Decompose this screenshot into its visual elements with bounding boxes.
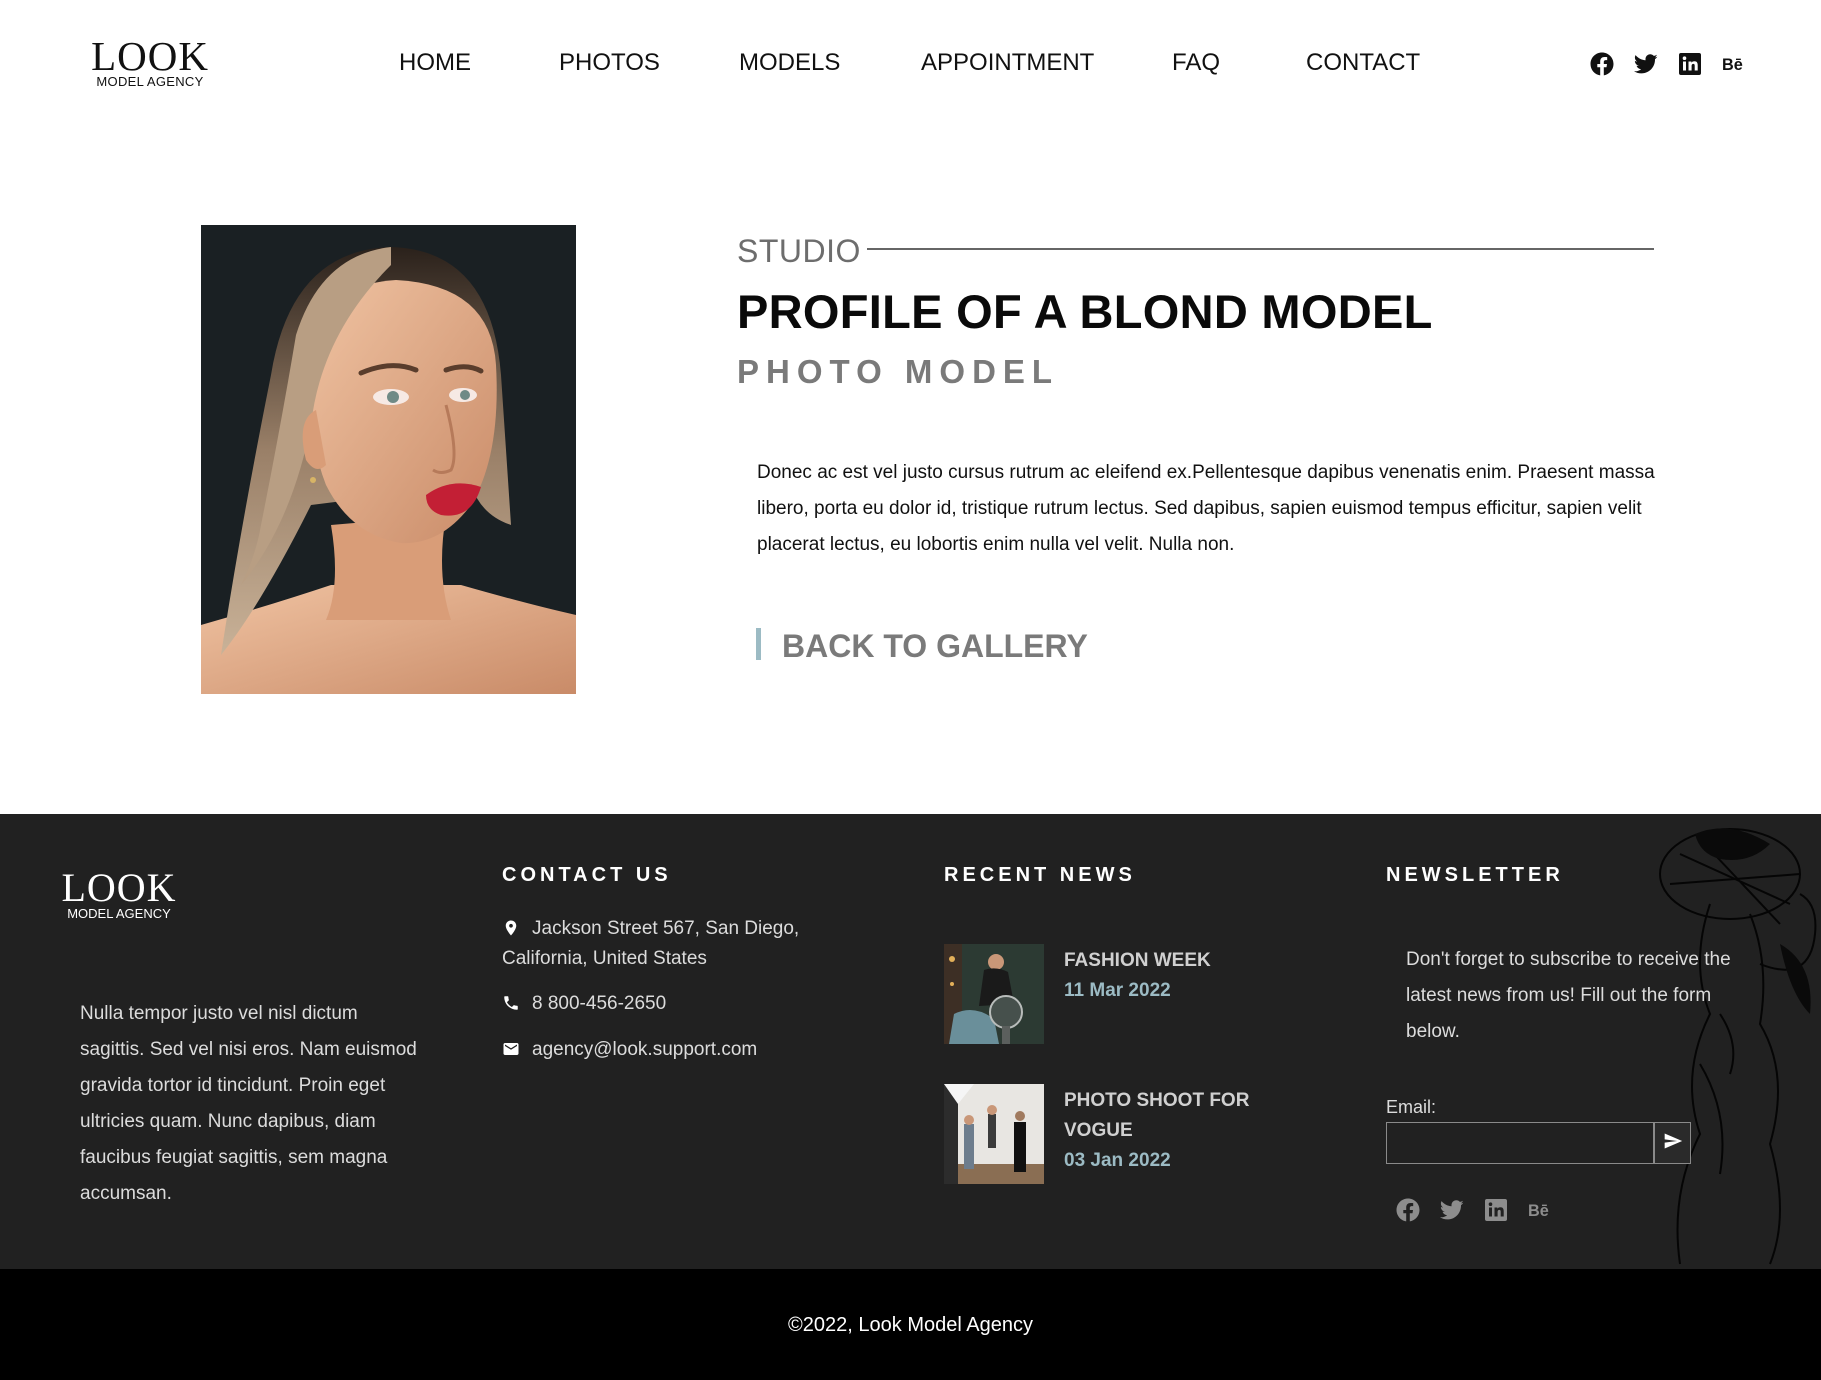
nav-home[interactable]: HOME <box>399 46 559 80</box>
footer-logo[interactable]: LOOK MODEL AGENCY <box>60 868 178 921</box>
nav-contact[interactable]: CONTACT <box>1306 46 1436 80</box>
contact-heading: CONTACT US <box>502 864 672 886</box>
address-line-1: Jackson Street 567, San Diego, <box>532 918 800 939</box>
profile-category: STUDIO <box>737 233 861 269</box>
site-logo[interactable]: LOOK MODEL AGENCY <box>90 36 210 89</box>
contact-address: Jackson Street 567, San Diego, Californi… <box>502 914 799 974</box>
behance-icon[interactable]: Bē <box>1528 1198 1552 1222</box>
newsletter-heading: NEWSLETTER <box>1386 864 1564 886</box>
twitter-icon[interactable] <box>1440 1198 1464 1222</box>
svg-text:Bē: Bē <box>1722 56 1743 74</box>
logo-word: LOOK <box>91 33 209 79</box>
news-date: 03 Jan 2022 <box>1064 1150 1171 1171</box>
profile-description: Donec ac est vel justo cursus rutrum ac … <box>757 462 1655 555</box>
facebook-icon[interactable] <box>1590 52 1614 76</box>
behance-icon[interactable]: Bē <box>1722 52 1746 76</box>
twitter-icon[interactable] <box>1634 52 1658 76</box>
nav-photos[interactable]: PHOTOS <box>559 46 739 80</box>
svg-text:Bē: Bē <box>1528 1202 1549 1220</box>
footer-social-links: Bē <box>1396 1198 1552 1222</box>
newsletter-text: Don't forget to subscribe to receive the… <box>1406 949 1731 1042</box>
page-subtitle: PHOTO MODEL <box>737 353 1060 390</box>
back-to-gallery-label: BACK TO GALLERY <box>782 627 1088 664</box>
header-social-links: Bē <box>1590 52 1746 76</box>
page-title: PROFILE OF A BLOND MODEL <box>737 285 1433 338</box>
newsletter-email-input[interactable] <box>1386 1122 1654 1164</box>
phone-icon <box>502 994 520 1012</box>
linkedin-icon[interactable] <box>1484 1198 1508 1222</box>
news-date: 11 Mar 2022 <box>1064 980 1171 1001</box>
footer-about-text: Nulla tempor justo vel nisl dictum sagit… <box>80 1003 417 1204</box>
location-pin-icon <box>502 919 520 937</box>
linkedin-icon[interactable] <box>1678 52 1702 76</box>
model-portrait-image <box>201 225 576 694</box>
nav-appointment[interactable]: APPOINTMENT <box>921 46 1172 80</box>
phone-number: 8 800-456-2650 <box>532 993 667 1014</box>
news-title: PHOTO SHOOT FOR VOGUE <box>1064 1090 1250 1141</box>
nav-models[interactable]: MODELS <box>739 46 921 80</box>
email-address: agency@look.support.com <box>532 1039 758 1060</box>
mail-icon <box>502 1040 520 1058</box>
email-field-label: Email: <box>1386 1097 1437 1117</box>
news-title: FASHION WEEK <box>1064 950 1211 971</box>
copyright-bar: ©2022, Look Model Agency <box>0 1269 1821 1380</box>
logo-subtitle: MODEL AGENCY <box>96 74 204 89</box>
facebook-icon[interactable] <box>1396 1198 1420 1222</box>
site-footer: LOOK MODEL AGENCY Nulla tempor justo vel… <box>0 814 1821 1269</box>
copyright-text: ©2022, Look Model Agency <box>788 1313 1033 1336</box>
news-thumbnail-image <box>944 944 1044 1044</box>
newsletter-submit-button[interactable] <box>1654 1122 1691 1164</box>
send-arrow-icon <box>1663 1131 1683 1156</box>
news-item[interactable]: FASHION WEEK 11 Mar 2022 <box>944 944 1284 1044</box>
footer-logo-word: LOOK <box>61 865 177 910</box>
address-line-2: California, United States <box>502 948 707 969</box>
news-item[interactable]: PHOTO SHOOT FOR VOGUE 03 Jan 2022 <box>944 1084 1284 1184</box>
main-nav: HOME PHOTOS MODELS APPOINTMENT FAQ CONTA… <box>399 46 1436 80</box>
contact-phone[interactable]: 8 800-456-2650 <box>502 989 666 1019</box>
site-header: LOOK MODEL AGENCY HOME PHOTOS MODELS APP… <box>0 0 1821 130</box>
contact-email[interactable]: agency@look.support.com <box>502 1035 757 1065</box>
footer-logo-subtitle: MODEL AGENCY <box>67 906 171 921</box>
recent-news-heading: RECENT NEWS <box>944 864 1136 886</box>
back-to-gallery-link[interactable]: BACK TO GALLERY <box>756 628 1088 664</box>
category-divider <box>867 248 1654 250</box>
nav-faq[interactable]: FAQ <box>1172 46 1306 80</box>
news-thumbnail-image <box>944 1084 1044 1184</box>
